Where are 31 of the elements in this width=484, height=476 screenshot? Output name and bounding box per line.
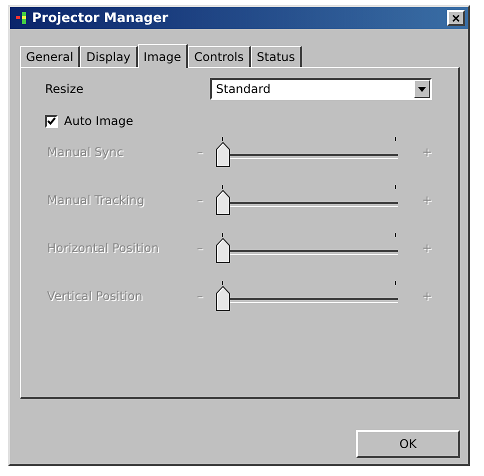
close-button[interactable]: × [447,10,465,26]
app-icon [16,11,28,25]
plus-sign: + [422,145,432,159]
resize-label: Resize [45,82,84,96]
slider-label: Manual Sync [46,145,124,159]
tab[interactable]: Status [250,46,302,67]
auto-image-checkbox[interactable]: Auto Image [45,114,432,128]
minus-sign: – [196,289,204,303]
ok-button[interactable]: OK [356,430,460,458]
slider-track[interactable] [216,137,398,167]
slider-track[interactable] [216,281,398,311]
minus-sign: – [196,193,204,207]
plus-sign: + [422,193,432,207]
plus-sign: + [422,289,432,303]
slider-track[interactable] [216,233,398,263]
tab[interactable]: Controls [188,46,251,67]
plus-sign: + [422,241,432,255]
tab[interactable]: Image [138,44,188,68]
tab[interactable]: Display [80,46,138,67]
checkbox-box[interactable] [45,114,58,128]
dropdown-arrow-icon [418,86,426,92]
check-icon [47,116,56,126]
slider-label: Horizontal Position [46,241,160,255]
tab[interactable]: General [20,46,80,67]
slider-track[interactable] [216,185,398,215]
minus-sign: – [196,145,204,159]
resize-dropdown[interactable]: Standard [210,78,432,100]
slider-label: Vertical Position [46,289,144,303]
minus-sign: – [196,241,204,255]
slider-label: Manual Tracking [46,193,146,207]
window-title: Projector Manager [32,10,170,26]
